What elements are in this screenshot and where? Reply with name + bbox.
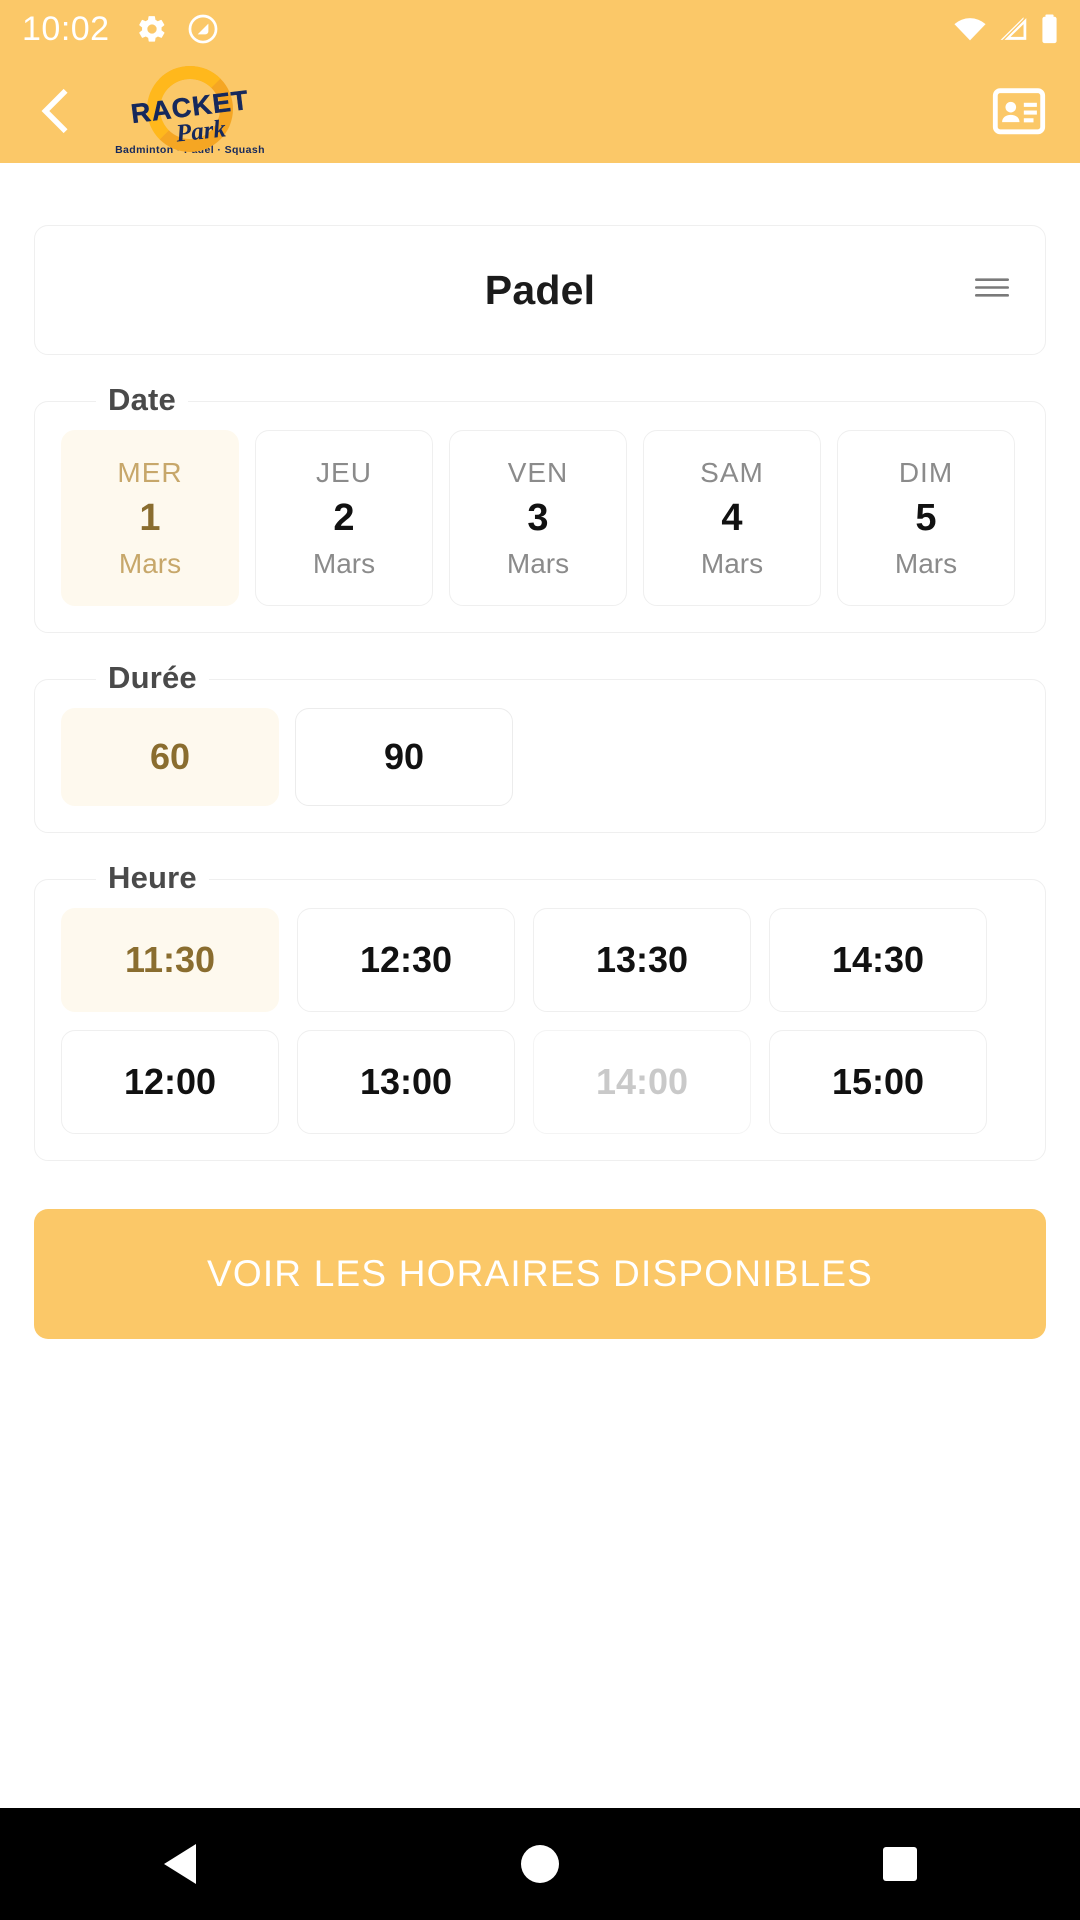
date-chip[interactable]: SAM 4 Mars: [643, 430, 821, 606]
list-menu-icon[interactable]: [975, 275, 1009, 306]
recents-square-icon: [883, 1847, 917, 1881]
time-chip-row-1: 11:30 12:30 13:30 14:30: [61, 908, 1019, 1012]
do-not-disturb-icon: [188, 14, 217, 44]
duration-section-box: 60 90: [34, 679, 1046, 833]
time-section-label: Heure: [96, 860, 209, 896]
date-chip-day: 5: [915, 496, 937, 539]
status-bar-clock: 10:02: [22, 10, 110, 48]
duration-chip-label: 90: [383, 736, 425, 777]
time-chip-label: 11:30: [124, 939, 216, 980]
date-chip[interactable]: MER 1 Mars: [61, 430, 239, 606]
home-circle-icon: [521, 1845, 559, 1883]
app-bar: RACKET Park Badminton · Padel · Squash: [0, 58, 1080, 163]
duration-chip[interactable]: 90: [295, 708, 513, 806]
time-chip-label: 15:00: [831, 1061, 925, 1102]
logo-wordmark-secondary: Park: [174, 114, 228, 148]
time-chip[interactable]: 12:00: [61, 1030, 279, 1134]
duration-chip-row[interactable]: 60 90: [61, 708, 1019, 806]
status-bar-notification-icons: [136, 12, 220, 46]
date-chip-month: Mars: [118, 547, 182, 579]
time-chip-label: 13:30: [595, 939, 689, 980]
status-bar: 10:02: [0, 0, 1080, 58]
time-section: Heure 11:30 12:30 13:30 14:30 12:00 13:0…: [34, 860, 1046, 1161]
time-chip-label: 14:30: [831, 939, 925, 980]
battery-icon: [1042, 14, 1057, 44]
time-chip-grid[interactable]: 11:30 12:30 13:30 14:30 12:00 13:00 14:0…: [61, 908, 1019, 1134]
time-chip-label: 12:30: [359, 939, 453, 980]
time-chip-label: 14:00: [595, 1061, 689, 1102]
date-chip-day: 4: [721, 496, 743, 539]
date-chip-day: 1: [139, 496, 161, 539]
date-section: Date MER 1 Mars JEU 2 Mars VEN 3 Mars SA…: [34, 382, 1046, 633]
date-chip-dow: DIM: [898, 456, 954, 488]
date-chip-month: Mars: [700, 547, 764, 579]
see-available-times-button[interactable]: VOIR LES HORAIRES DISPONIBLES: [34, 1209, 1046, 1339]
nav-home-button[interactable]: [480, 1808, 600, 1920]
chevron-left-icon: [41, 88, 68, 133]
logo-mark: RACKET Park: [115, 65, 265, 152]
nav-back-button[interactable]: [120, 1808, 240, 1920]
date-chip-day: 2: [333, 496, 355, 539]
time-chip[interactable]: 15:00: [769, 1030, 987, 1134]
date-chip-day: 3: [527, 496, 549, 539]
duration-chip-label: 60: [149, 736, 191, 777]
android-navigation-bar: [0, 1808, 1080, 1920]
date-chip-dow: SAM: [700, 456, 764, 488]
page-content: Padel Date MER 1 Mars JEU 2 Mars VEN 3 M…: [0, 225, 1080, 1339]
date-chip-month: Mars: [506, 547, 570, 579]
date-section-box: MER 1 Mars JEU 2 Mars VEN 3 Mars SAM 4 M…: [34, 401, 1046, 633]
duration-chip[interactable]: 60: [61, 708, 279, 806]
time-chip-label: 12:00: [123, 1061, 217, 1102]
date-chip-month: Mars: [312, 547, 376, 579]
date-chip-dow: MER: [117, 456, 183, 488]
back-triangle-icon: [164, 1844, 196, 1884]
wifi-icon: [954, 18, 986, 41]
time-chip-row-2: 12:00 13:00 14:00 15:00: [61, 1030, 1019, 1134]
time-chip: 14:00: [533, 1030, 751, 1134]
date-chip-dow: VEN: [507, 456, 569, 488]
date-chip[interactable]: DIM 5 Mars: [837, 430, 1015, 606]
nav-recents-button[interactable]: [840, 1808, 960, 1920]
page-title: Padel: [484, 266, 596, 313]
list-menu-glyph: [975, 278, 1009, 297]
see-available-times-label: VOIR LES HORAIRES DISPONIBLES: [206, 1253, 874, 1294]
cellular-signal-icon: [1000, 17, 1027, 40]
duration-section-label: Durée: [96, 660, 209, 696]
date-chip[interactable]: VEN 3 Mars: [449, 430, 627, 606]
contact-card-icon: [992, 87, 1046, 134]
time-chip[interactable]: 13:30: [533, 908, 751, 1012]
status-bar-system-icons: [953, 14, 1058, 44]
back-button[interactable]: [28, 81, 88, 141]
profile-card-button[interactable]: [986, 78, 1052, 144]
time-section-box: 11:30 12:30 13:30 14:30 12:00 13:00 14:0…: [34, 879, 1046, 1161]
date-section-label: Date: [96, 382, 188, 418]
date-chip-dow: JEU: [316, 456, 372, 488]
date-chip-row[interactable]: MER 1 Mars JEU 2 Mars VEN 3 Mars SAM 4 M…: [61, 430, 1019, 606]
time-chip[interactable]: 13:00: [297, 1030, 515, 1134]
time-chip[interactable]: 14:30: [769, 908, 987, 1012]
sport-selector-card[interactable]: Padel: [34, 225, 1046, 355]
time-chip-label: 13:00: [359, 1061, 453, 1102]
date-chip[interactable]: JEU 2 Mars: [255, 430, 433, 606]
app-logo: RACKET Park Badminton · Padel · Squash: [105, 61, 275, 161]
time-chip[interactable]: 11:30: [61, 908, 279, 1012]
time-chip[interactable]: 12:30: [297, 908, 515, 1012]
date-chip-month: Mars: [894, 547, 958, 579]
gear-icon: [138, 16, 165, 42]
duration-section: Durée 60 90: [34, 660, 1046, 833]
